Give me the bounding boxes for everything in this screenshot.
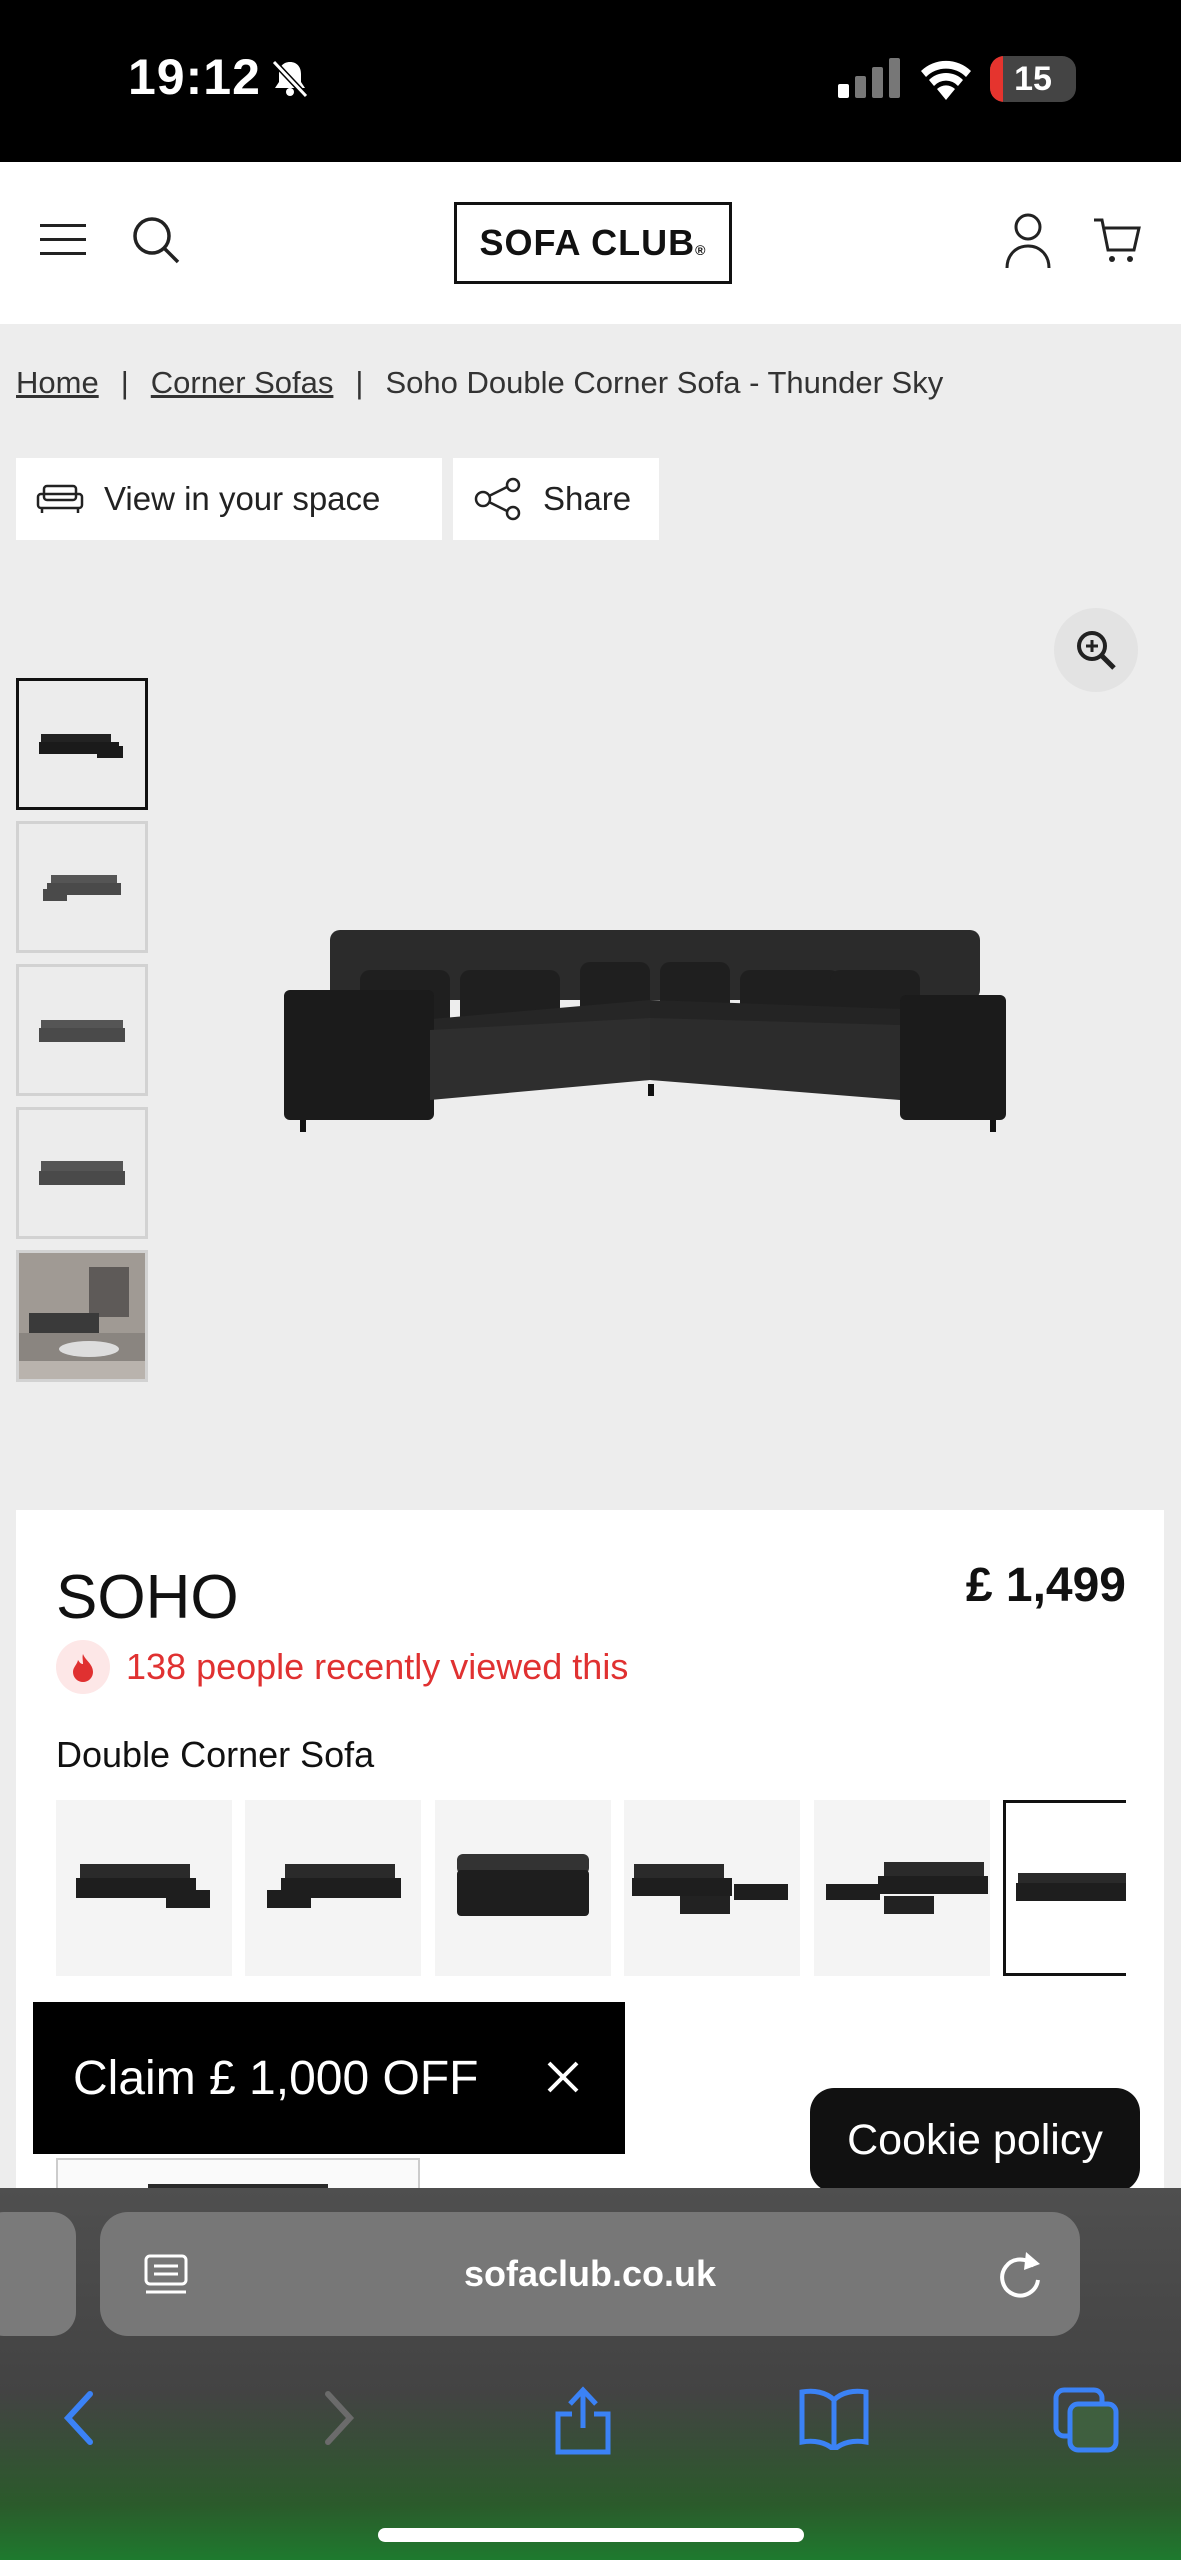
variant-option-4[interactable] bbox=[624, 1800, 801, 1976]
variant-option-3[interactable] bbox=[434, 1800, 611, 1976]
breadcrumb-home-link[interactable]: Home bbox=[16, 365, 99, 400]
thumbnail-1[interactable] bbox=[16, 678, 148, 810]
hamburger-menu-icon[interactable] bbox=[40, 222, 86, 263]
sofa-club-logo[interactable]: SOFA CLUB ® bbox=[454, 202, 732, 284]
breadcrumb: Home | Corner Sofas | Soho Double Corner Sof… bbox=[16, 365, 943, 401]
thumbnail-4[interactable] bbox=[16, 1107, 148, 1239]
address-bar[interactable]: sofaclub.co.uk bbox=[100, 2212, 1080, 2336]
zoom-in-icon[interactable] bbox=[1054, 608, 1138, 692]
product-main-image[interactable] bbox=[270, 900, 1050, 1155]
share-sheet-icon[interactable] bbox=[552, 2386, 614, 2461]
back-icon[interactable] bbox=[58, 2386, 102, 2455]
logo-registered-mark: ® bbox=[695, 242, 707, 258]
shopping-cart-icon[interactable] bbox=[1092, 216, 1142, 271]
variant-label: Double Corner Sofa bbox=[56, 1734, 375, 1775]
browser-nav-bar bbox=[0, 2368, 1181, 2478]
share-icon bbox=[474, 477, 521, 521]
cookie-policy-label: Cookie policy bbox=[847, 2115, 1103, 2164]
variant-option-selected[interactable] bbox=[1003, 1800, 1126, 1976]
cellular-signal-icon bbox=[838, 58, 902, 103]
claim-offer-banner[interactable]: Claim £ 1,000 OFF bbox=[33, 2002, 625, 2154]
claim-offer-text: Claim £ 1,000 OFF bbox=[73, 2051, 479, 2105]
image-thumbnails bbox=[16, 678, 148, 1393]
browser-toolbar: sofaclub.co.uk bbox=[0, 2188, 1181, 2560]
thumbnail-lifestyle[interactable] bbox=[16, 1250, 148, 1382]
wifi-icon bbox=[918, 56, 974, 105]
tabs-icon[interactable] bbox=[1052, 2386, 1120, 2459]
flame-icon bbox=[56, 1640, 110, 1694]
variant-option-5[interactable] bbox=[813, 1800, 990, 1976]
share-label: Share bbox=[543, 480, 632, 517]
recently-viewed-notice: 138 people recently viewed this bbox=[56, 1640, 628, 1694]
view-in-space-button[interactable]: View in your space bbox=[16, 458, 442, 540]
sofa-icon bbox=[36, 484, 84, 513]
recently-viewed-text: 138 people recently viewed this bbox=[126, 1646, 629, 1687]
product-price: £ 1,499 bbox=[965, 1559, 1126, 1612]
home-indicator bbox=[378, 2528, 804, 2542]
thumbnail-2[interactable] bbox=[16, 821, 148, 953]
breadcrumb-separator: | bbox=[120, 365, 129, 400]
share-button[interactable]: Share bbox=[453, 458, 659, 540]
breadcrumb-separator: | bbox=[355, 365, 364, 400]
variant-option-1[interactable] bbox=[56, 1800, 232, 1976]
account-icon[interactable] bbox=[1004, 212, 1052, 275]
variant-options bbox=[56, 1800, 1126, 1976]
breadcrumb-category-link[interactable]: Corner Sofas bbox=[151, 365, 334, 400]
view-in-space-label: View in your space bbox=[104, 480, 381, 517]
bookmarks-icon[interactable] bbox=[798, 2386, 870, 2455]
status-time: 19:12 bbox=[128, 49, 261, 105]
thumbnail-3[interactable] bbox=[16, 964, 148, 1096]
status-bar: 19:12 15 bbox=[0, 0, 1181, 162]
search-icon[interactable] bbox=[130, 214, 182, 271]
silent-bell-icon bbox=[268, 56, 312, 105]
battery-indicator: 15 bbox=[990, 56, 1076, 102]
site-header: SOFA CLUB ® bbox=[0, 162, 1181, 324]
breadcrumb-current: Soho Double Corner Sofa - Thunder Sky bbox=[385, 365, 944, 400]
previous-tab-peek[interactable] bbox=[0, 2212, 76, 2336]
url-text: sofaclub.co.uk bbox=[463, 2253, 717, 2294]
forward-icon[interactable] bbox=[316, 2386, 360, 2455]
close-icon[interactable] bbox=[545, 2052, 581, 2107]
battery-level-text: 15 bbox=[1014, 60, 1052, 98]
reload-icon[interactable] bbox=[996, 2248, 1044, 2309]
cookie-policy-button[interactable]: Cookie policy bbox=[810, 2088, 1140, 2192]
logo-text: SOFA CLUB bbox=[479, 222, 696, 263]
reader-mode-icon[interactable] bbox=[144, 2252, 188, 2309]
variant-option-2[interactable] bbox=[245, 1800, 422, 1976]
product-title: SOHO bbox=[56, 1563, 239, 1632]
